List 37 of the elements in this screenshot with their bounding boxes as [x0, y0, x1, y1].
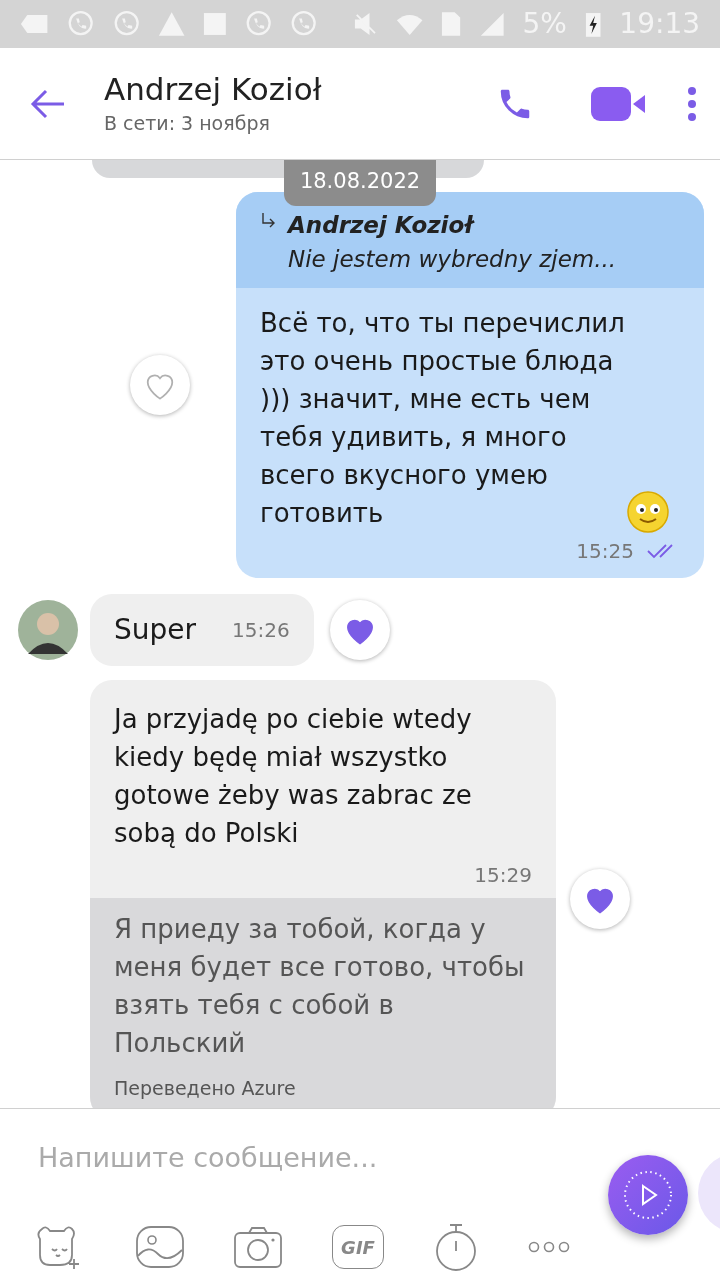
message-time: 15:26 [232, 617, 290, 644]
signal-icon [478, 10, 505, 38]
message-text: Всё то, что ты перечислил это очень простые блюда ))) значит, мне есть чем тебя удивить, я много всего вкусного умею готовить [260, 307, 626, 530]
contact-status: В сети: 3 ноября [104, 111, 271, 137]
smiley-emoji-icon [626, 490, 670, 534]
sim-card-icon [440, 10, 461, 38]
message-time: 15:25 [576, 538, 634, 565]
message-input[interactable]: Напишите сообщение... [38, 1133, 598, 1181]
more-dots-icon [528, 1241, 570, 1253]
reply-arrow-icon [260, 212, 276, 230]
more-button[interactable] [528, 1241, 570, 1253]
contact-name: Andrzej Kozioł [104, 70, 323, 110]
quote-author: Andrzej Kozioł [288, 211, 476, 240]
mute-icon [353, 11, 378, 37]
warning-icon [157, 10, 186, 38]
back-arrow-icon [30, 88, 66, 119]
camera-button[interactable] [234, 1226, 282, 1268]
kebab-menu-icon [687, 85, 697, 122]
stopwatch-icon [434, 1223, 478, 1271]
avatar[interactable] [18, 600, 78, 660]
message-text: Super [114, 612, 197, 648]
message-time: 15:29 [474, 862, 532, 889]
like-button[interactable] [570, 869, 630, 930]
like-button[interactable] [130, 355, 190, 415]
play-circle-icon [622, 1169, 674, 1221]
like-button[interactable] [329, 600, 390, 660]
translation-text: Я приеду за тобой, когда у меня будет все готово, чтобы взять тебя с собой в Польский [114, 913, 526, 1060]
video-camera-icon [591, 84, 647, 123]
date-label: 18.08.2022 [283, 160, 437, 206]
message-text: Ja przyjadę po ciebie wtedy kiedy będę miał wszystko gotowe żeby was zabrac ze sobą do Polski [114, 703, 473, 850]
camera-icon [234, 1226, 282, 1268]
quote-text: Nie jestem wybredny zjem... [288, 245, 617, 274]
chat-bubble-icon [20, 12, 50, 36]
record-video-button[interactable] [608, 1155, 688, 1235]
translation-note: Переведено Azure [114, 1076, 297, 1101]
gif-button[interactable]: GIF [332, 1225, 384, 1269]
timer-button[interactable] [434, 1223, 478, 1271]
